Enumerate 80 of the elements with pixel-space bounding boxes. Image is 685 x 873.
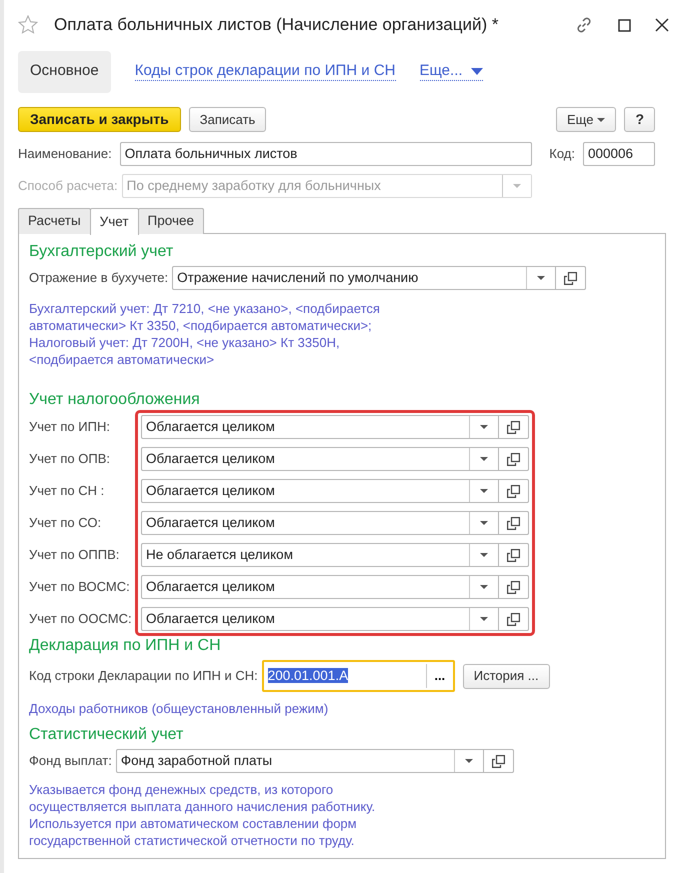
text-field[interactable]: 200.01.001.A ... <box>262 660 455 692</box>
field-label: Учет по СО: <box>29 514 102 532</box>
field-label: Учет по ВОСМС: <box>29 578 131 596</box>
dropdown-field[interactable]: Облагается целиком <box>141 511 499 535</box>
caret-icon <box>480 553 488 557</box>
copy-icon <box>507 548 520 562</box>
dropdown-field: По среднему заработку для больничных <box>122 174 532 198</box>
open-button[interactable] <box>556 266 586 290</box>
history-button[interactable]: История ... <box>462 664 550 688</box>
star-icon[interactable] <box>18 15 38 35</box>
more-menu[interactable]: Еще... <box>420 62 483 81</box>
caret-icon <box>480 457 488 461</box>
field-label: Отражение в бухучете: <box>29 269 168 288</box>
dropdown-field[interactable]: Облагается целиком <box>141 447 499 471</box>
save-close-button[interactable]: Записать и закрыть <box>18 107 181 132</box>
section-tab[interactable]: Основное <box>18 50 111 92</box>
tab[interactable]: Учет <box>90 208 139 235</box>
close-button[interactable] <box>655 18 669 32</box>
caret-icon <box>597 118 606 122</box>
open-button[interactable] <box>499 575 529 599</box>
open-button[interactable] <box>484 749 514 773</box>
dropdown-field[interactable]: Облагается целиком <box>141 415 499 439</box>
field-label: Код: <box>549 145 575 164</box>
section-heading: Статистический учет <box>29 725 184 745</box>
caret-icon <box>464 759 473 763</box>
open-button[interactable] <box>499 511 529 535</box>
info-text: Бухгалтерский учет: Дт 7210, <не указано>, <подбирается автоматически> Кт 3350, <подбирается автоматически>; Налоговый учет: Дт 7200Н, <не указано> Кт 3350Н, <подбирается автоматически> <box>29 300 381 368</box>
field-label: Учет по ИПН: <box>29 418 111 436</box>
caret-icon <box>480 585 488 589</box>
help-button[interactable]: ? <box>624 107 655 132</box>
section-link[interactable]: Коды строк декларации по ИПН и СН <box>134 62 396 81</box>
field-label: Способ расчета: <box>18 177 118 196</box>
open-button[interactable] <box>499 415 529 439</box>
maximize-icon <box>618 18 631 32</box>
field-label: Фонд выплат: <box>29 752 112 770</box>
window-title: Оплата больничных листов (Начисление организаций) * <box>54 14 498 36</box>
save-button[interactable]: Записать <box>188 107 266 132</box>
caret-icon <box>480 521 488 525</box>
close-icon <box>655 18 669 32</box>
copy-icon <box>507 612 520 626</box>
caret-icon <box>470 68 483 74</box>
dropdown-field[interactable]: Облагается целиком <box>141 607 499 631</box>
tab[interactable]: Прочее <box>138 208 204 234</box>
text-field[interactable]: 000006 <box>583 142 655 166</box>
tab[interactable]: Расчеты <box>18 208 91 234</box>
caret-icon <box>480 617 488 621</box>
dropdown-field[interactable]: Не облагается целиком <box>141 543 499 567</box>
field-label: Код строки Декларации по ИПН и СН: <box>29 667 258 686</box>
maximize-button[interactable] <box>618 18 631 32</box>
dropdown-field[interactable]: Фонд заработной платы <box>116 749 484 773</box>
copy-icon <box>507 580 520 594</box>
copy-icon <box>507 452 520 466</box>
copy-icon <box>564 272 578 284</box>
section-heading: Декларация по ИПН и СН <box>29 636 222 656</box>
field-label: Учет по ООСМС: <box>29 610 133 628</box>
section-heading: Бухгалтерский учет <box>29 242 174 262</box>
dropdown-field[interactable]: Облагается целиком <box>141 479 499 503</box>
field-label: Учет по СН : <box>29 482 106 500</box>
caret-icon <box>480 425 488 429</box>
copy-icon <box>507 484 520 498</box>
more-button[interactable]: Еще <box>556 107 616 132</box>
copy-icon <box>507 516 520 530</box>
section-heading: Учет налогообложения <box>29 390 201 410</box>
caret-icon <box>512 184 521 188</box>
open-button[interactable] <box>499 607 529 631</box>
caret-icon <box>537 276 546 280</box>
info-text: Доходы работников (общеустановленный режим) <box>29 700 330 717</box>
open-button[interactable] <box>499 447 529 471</box>
copy-icon <box>507 420 520 434</box>
open-button[interactable] <box>499 479 529 503</box>
copy-icon <box>492 754 505 768</box>
info-text: Указывается фонд денежных средств, из которого осуществляется выплата данного начисления работнику. Используется при автоматическом составлении форм государственной статистической отчетности по труду. <box>29 781 376 849</box>
dropdown-field[interactable]: Отражение начислений по умолчанию <box>172 266 556 290</box>
text-field[interactable]: Оплата больничных листов <box>120 142 532 166</box>
dropdown-field[interactable]: Облагается целиком <box>141 575 499 599</box>
field-label: Учет по ОППВ: <box>29 546 120 564</box>
caret-icon <box>480 489 488 493</box>
field-label: Наименование: <box>18 145 112 164</box>
field-label: Учет по ОПВ: <box>29 450 112 468</box>
open-button[interactable] <box>499 543 529 567</box>
